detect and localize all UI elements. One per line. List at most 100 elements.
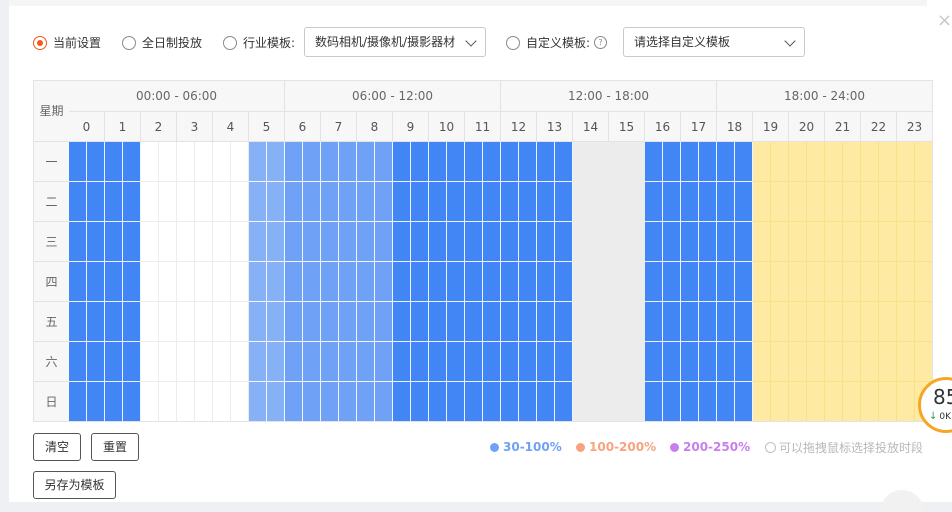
schedule-cell[interactable] <box>645 182 663 222</box>
schedule-cell[interactable] <box>231 302 249 342</box>
schedule-cell[interactable] <box>375 142 393 182</box>
schedule-cell[interactable] <box>159 342 177 382</box>
schedule-cell[interactable] <box>573 302 591 342</box>
schedule-cell[interactable] <box>897 142 915 182</box>
radio-icon[interactable] <box>122 35 136 50</box>
schedule-cell[interactable] <box>555 382 573 421</box>
schedule-cell[interactable] <box>681 222 699 262</box>
schedule-cell[interactable] <box>825 342 843 382</box>
schedule-cell[interactable] <box>645 302 663 342</box>
radio-checked-icon[interactable] <box>33 35 47 50</box>
schedule-cell[interactable] <box>375 262 393 302</box>
option-allday[interactable]: 全日制投放 <box>122 34 202 51</box>
schedule-cell[interactable] <box>321 142 339 182</box>
schedule-cell[interactable] <box>501 342 519 382</box>
schedule-cell[interactable] <box>123 142 141 182</box>
option-custom-template[interactable]: 自定义模板: ? <box>506 34 608 51</box>
schedule-cell[interactable] <box>429 342 447 382</box>
schedule-cell[interactable] <box>645 342 663 382</box>
schedule-cell[interactable] <box>249 262 267 302</box>
schedule-cell[interactable] <box>627 142 645 182</box>
schedule-cell[interactable] <box>195 302 213 342</box>
schedule-cell[interactable] <box>195 182 213 222</box>
schedule-cell[interactable] <box>735 182 753 222</box>
schedule-cell[interactable] <box>915 302 932 342</box>
schedule-cell[interactable] <box>519 142 537 182</box>
schedule-cell[interactable] <box>627 302 645 342</box>
schedule-cell[interactable] <box>681 302 699 342</box>
schedule-cell[interactable] <box>231 262 249 302</box>
schedule-cell[interactable] <box>231 222 249 262</box>
schedule-cell[interactable] <box>717 302 735 342</box>
schedule-cell[interactable] <box>663 382 681 421</box>
schedule-cell[interactable] <box>87 262 105 302</box>
schedule-cell[interactable] <box>609 342 627 382</box>
schedule-cell[interactable] <box>771 382 789 421</box>
schedule-cell[interactable] <box>249 342 267 382</box>
schedule-cell[interactable] <box>159 182 177 222</box>
schedule-cell[interactable] <box>411 382 429 421</box>
schedule-cell[interactable] <box>771 302 789 342</box>
option-industry-template[interactable]: 行业模板: <box>223 34 295 51</box>
schedule-cell[interactable] <box>429 142 447 182</box>
schedule-cell[interactable] <box>591 302 609 342</box>
schedule-cell[interactable] <box>663 182 681 222</box>
schedule-cell[interactable] <box>825 382 843 421</box>
schedule-cell[interactable] <box>717 222 735 262</box>
schedule-cell[interactable] <box>105 302 123 342</box>
schedule-cell[interactable] <box>789 222 807 262</box>
schedule-cell[interactable] <box>303 142 321 182</box>
schedule-cell[interactable] <box>717 382 735 421</box>
schedule-cell[interactable] <box>141 302 159 342</box>
schedule-cell[interactable] <box>861 182 879 222</box>
schedule-cell[interactable] <box>573 342 591 382</box>
schedule-cell[interactable] <box>267 302 285 342</box>
schedule-cell[interactable] <box>339 382 357 421</box>
schedule-cell[interactable] <box>663 222 681 262</box>
schedule-cell[interactable] <box>825 302 843 342</box>
schedule-cell[interactable] <box>69 382 87 421</box>
schedule-cell[interactable] <box>411 302 429 342</box>
schedule-cell[interactable] <box>357 222 375 262</box>
schedule-cell[interactable] <box>465 222 483 262</box>
schedule-cell[interactable] <box>627 182 645 222</box>
schedule-cell[interactable] <box>609 262 627 302</box>
schedule-cell[interactable] <box>861 342 879 382</box>
schedule-cell[interactable] <box>807 262 825 302</box>
schedule-cell[interactable] <box>537 222 555 262</box>
schedule-cell[interactable] <box>393 342 411 382</box>
schedule-cell[interactable] <box>123 302 141 342</box>
schedule-cell[interactable] <box>105 222 123 262</box>
schedule-cell[interactable] <box>735 222 753 262</box>
schedule-cell[interactable] <box>843 382 861 421</box>
schedule-cell[interactable] <box>753 382 771 421</box>
schedule-cell[interactable] <box>573 222 591 262</box>
schedule-cell[interactable] <box>483 382 501 421</box>
schedule-cell[interactable] <box>735 382 753 421</box>
schedule-cell[interactable] <box>231 182 249 222</box>
schedule-cell[interactable] <box>501 182 519 222</box>
schedule-cell[interactable] <box>159 262 177 302</box>
schedule-cell[interactable] <box>447 142 465 182</box>
schedule-cell[interactable] <box>555 262 573 302</box>
schedule-cell[interactable] <box>591 262 609 302</box>
schedule-cell[interactable] <box>429 302 447 342</box>
schedule-cell[interactable] <box>159 302 177 342</box>
schedule-cell[interactable] <box>87 222 105 262</box>
schedule-cell[interactable] <box>699 222 717 262</box>
schedule-cell[interactable] <box>267 382 285 421</box>
schedule-cell[interactable] <box>465 382 483 421</box>
schedule-cell[interactable] <box>519 182 537 222</box>
schedule-cell[interactable] <box>753 182 771 222</box>
schedule-cell[interactable] <box>771 142 789 182</box>
schedule-cell[interactable] <box>825 182 843 222</box>
schedule-cell[interactable] <box>177 342 195 382</box>
schedule-cell[interactable] <box>213 342 231 382</box>
schedule-cell[interactable] <box>159 142 177 182</box>
schedule-cell[interactable] <box>717 342 735 382</box>
schedule-cell[interactable] <box>843 262 861 302</box>
schedule-cell[interactable] <box>645 222 663 262</box>
schedule-cell[interactable] <box>375 222 393 262</box>
schedule-cell[interactable] <box>735 142 753 182</box>
schedule-cell[interactable] <box>69 222 87 262</box>
